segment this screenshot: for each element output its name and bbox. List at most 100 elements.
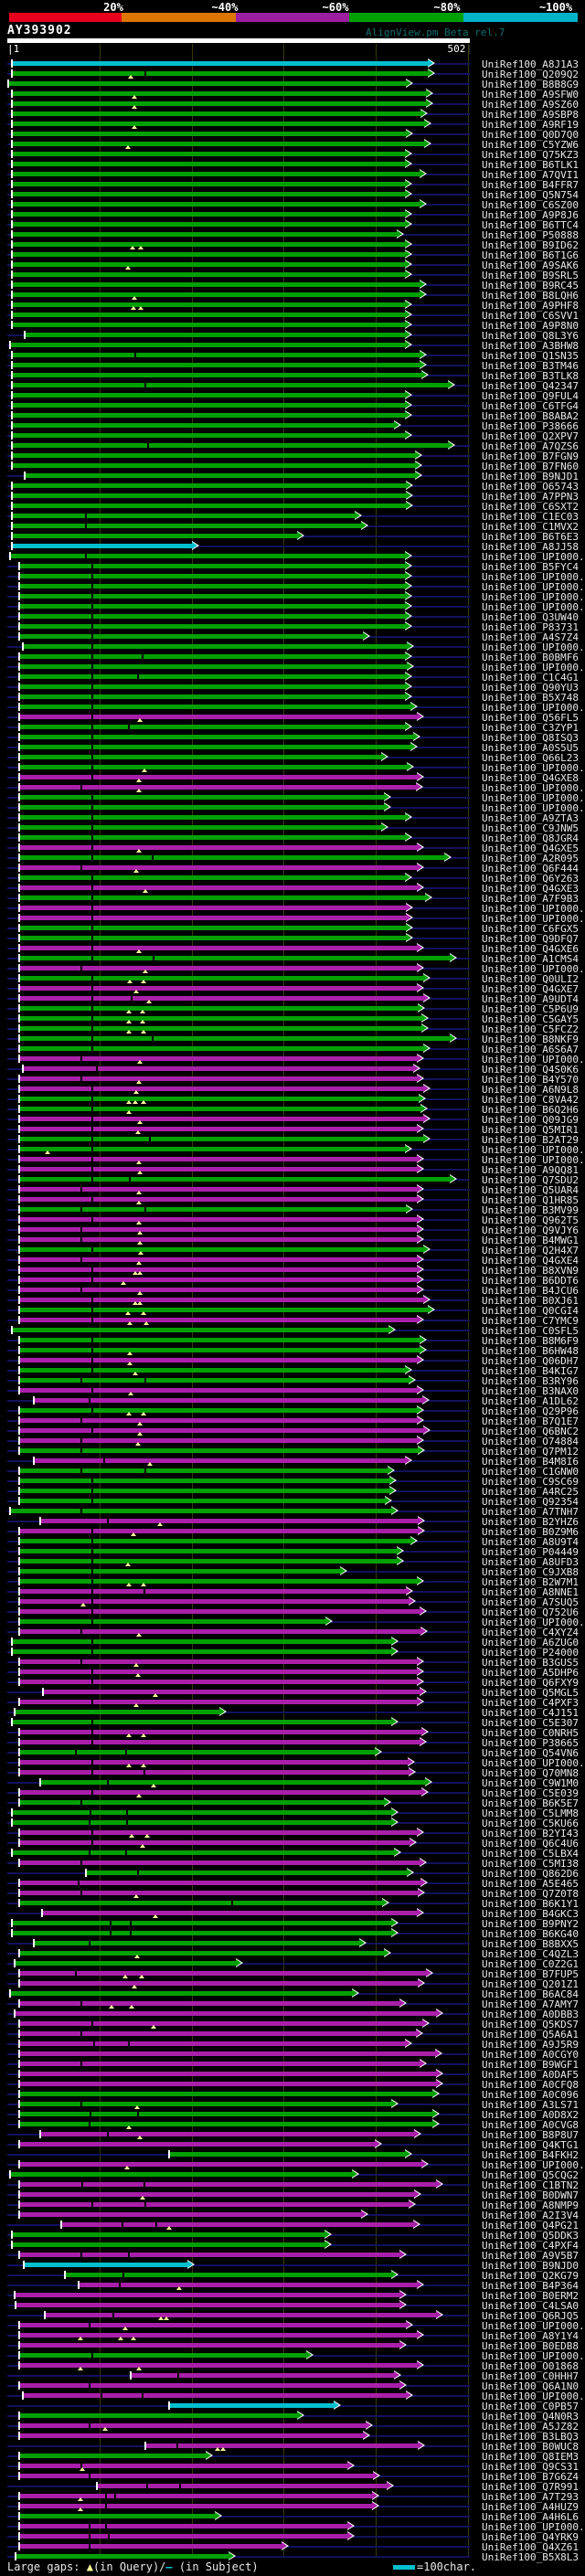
hsp-bar[interactable] — [24, 2393, 406, 2398]
hsp-bar[interactable] — [13, 1820, 391, 1825]
hsp-bar[interactable] — [20, 674, 405, 679]
hsp-bar[interactable] — [20, 2072, 436, 2076]
hsp-bar[interactable] — [20, 875, 405, 880]
hsp-bar[interactable] — [20, 805, 384, 810]
hsp-bar[interactable] — [20, 2323, 406, 2327]
hsp-bar[interactable] — [24, 644, 407, 649]
hsp-bar[interactable] — [20, 2212, 361, 2217]
hsp-bar[interactable] — [20, 705, 410, 709]
hsp-bar[interactable] — [13, 413, 405, 418]
hsp-bar[interactable] — [20, 654, 405, 659]
hsp-bar[interactable] — [20, 584, 405, 588]
hsp-bar[interactable] — [13, 493, 406, 498]
hsp-bar[interactable] — [13, 2232, 324, 2237]
hsp-bar[interactable] — [20, 1097, 419, 1101]
hsp-bar[interactable] — [20, 715, 417, 719]
hsp-bar[interactable] — [13, 272, 405, 277]
hsp-bar[interactable] — [20, 2514, 215, 2518]
hsp-bar[interactable] — [13, 232, 397, 237]
hsp-bar[interactable] — [24, 1066, 413, 1071]
hsp-bar[interactable] — [13, 222, 405, 227]
hsp-bar[interactable] — [20, 1167, 417, 1171]
hsp-bar[interactable] — [20, 1087, 423, 1091]
hsp-bar[interactable] — [9, 81, 406, 86]
hsp-bar[interactable] — [20, 604, 405, 609]
hsp-bar[interactable] — [35, 1941, 359, 1945]
hsp-bar[interactable] — [20, 594, 405, 599]
hsp-bar[interactable] — [20, 2464, 347, 2468]
hsp-bar[interactable] — [20, 2192, 414, 2197]
hsp-bar[interactable] — [16, 1710, 219, 1714]
hsp-bar[interactable] — [20, 1680, 417, 1684]
hsp-bar[interactable] — [20, 1740, 420, 1744]
hsp-bar[interactable] — [20, 2524, 347, 2528]
hsp-bar[interactable] — [20, 1770, 409, 1775]
hsp-bar[interactable] — [25, 2263, 187, 2267]
hsp-bar[interactable] — [13, 282, 420, 287]
hsp-bar[interactable] — [20, 2504, 372, 2508]
hsp-bar[interactable] — [11, 1509, 391, 1513]
hsp-bar[interactable] — [26, 333, 405, 337]
hsp-bar[interactable] — [20, 1750, 375, 1754]
hsp-bar[interactable] — [11, 2172, 352, 2177]
hsp-bar[interactable] — [20, 1559, 397, 1564]
hsp-bar[interactable] — [20, 2162, 421, 2167]
hsp-bar[interactable] — [20, 1800, 384, 1805]
hsp-bar[interactable] — [13, 111, 420, 116]
hsp-bar[interactable] — [13, 433, 405, 438]
hsp-bar[interactable] — [13, 1639, 391, 1644]
hsp-bar[interactable] — [20, 634, 363, 639]
hsp-bar[interactable] — [20, 1951, 384, 1956]
hsp-bar[interactable] — [20, 564, 405, 568]
hsp-bar[interactable] — [20, 926, 406, 930]
hsp-bar[interactable] — [20, 835, 405, 840]
hsp-bar[interactable] — [20, 855, 444, 860]
hsp-bar[interactable] — [20, 2082, 436, 2086]
hsp-bar[interactable] — [20, 2092, 432, 2096]
hsp-bar[interactable] — [16, 1961, 236, 1966]
hsp-bar[interactable] — [13, 373, 421, 377]
hsp-bar[interactable] — [20, 1277, 417, 1282]
hsp-bar[interactable] — [13, 1810, 391, 1815]
hsp-bar[interactable] — [20, 1408, 417, 1413]
hsp-bar[interactable] — [16, 2011, 436, 2016]
hsp-bar[interactable] — [20, 1599, 409, 1604]
hsp-bar[interactable] — [20, 1760, 408, 1765]
hsp-bar[interactable] — [170, 2403, 334, 2408]
hsp-bar[interactable] — [13, 1850, 394, 1855]
hsp-bar[interactable] — [20, 1971, 426, 1976]
hsp-bar[interactable] — [20, 2343, 399, 2348]
hsp-bar[interactable] — [20, 1006, 418, 1011]
hsp-bar[interactable] — [20, 1840, 410, 1845]
hsp-bar[interactable] — [20, 1830, 417, 1835]
hsp-bar[interactable] — [20, 2423, 366, 2428]
hsp-bar[interactable] — [13, 182, 405, 186]
hsp-bar[interactable] — [11, 1991, 352, 1996]
hsp-bar[interactable] — [13, 403, 405, 408]
hsp-bar[interactable] — [35, 1458, 405, 1463]
hsp-bar[interactable] — [13, 443, 448, 448]
hsp-bar[interactable] — [132, 2373, 394, 2378]
hsp-bar[interactable] — [13, 162, 405, 166]
hsp-bar[interactable] — [20, 1670, 417, 1674]
hsp-bar[interactable] — [20, 2001, 399, 2006]
hsp-bar[interactable] — [62, 2222, 413, 2227]
hsp-bar[interactable] — [20, 996, 423, 1001]
hsp-bar[interactable] — [13, 423, 394, 428]
hsp-bar[interactable] — [20, 2494, 372, 2498]
hsp-bar[interactable] — [20, 1016, 421, 1021]
hsp-bar[interactable] — [20, 765, 407, 769]
hsp-bar[interactable] — [20, 1197, 417, 1202]
hsp-bar[interactable] — [20, 1790, 421, 1795]
hsp-bar[interactable] — [13, 152, 405, 156]
hsp-bar[interactable] — [20, 1428, 423, 1433]
hsp-bar[interactable] — [20, 2122, 432, 2126]
hsp-bar[interactable] — [20, 936, 406, 940]
hsp-bar[interactable] — [20, 1318, 417, 1322]
hsp-bar[interactable] — [44, 1690, 420, 1694]
hsp-bar[interactable] — [20, 896, 425, 900]
hsp-bar[interactable] — [20, 2021, 422, 2026]
hsp-bar[interactable] — [13, 1931, 391, 1935]
hsp-bar[interactable] — [80, 2283, 417, 2287]
hsp-bar[interactable] — [20, 1217, 417, 1222]
